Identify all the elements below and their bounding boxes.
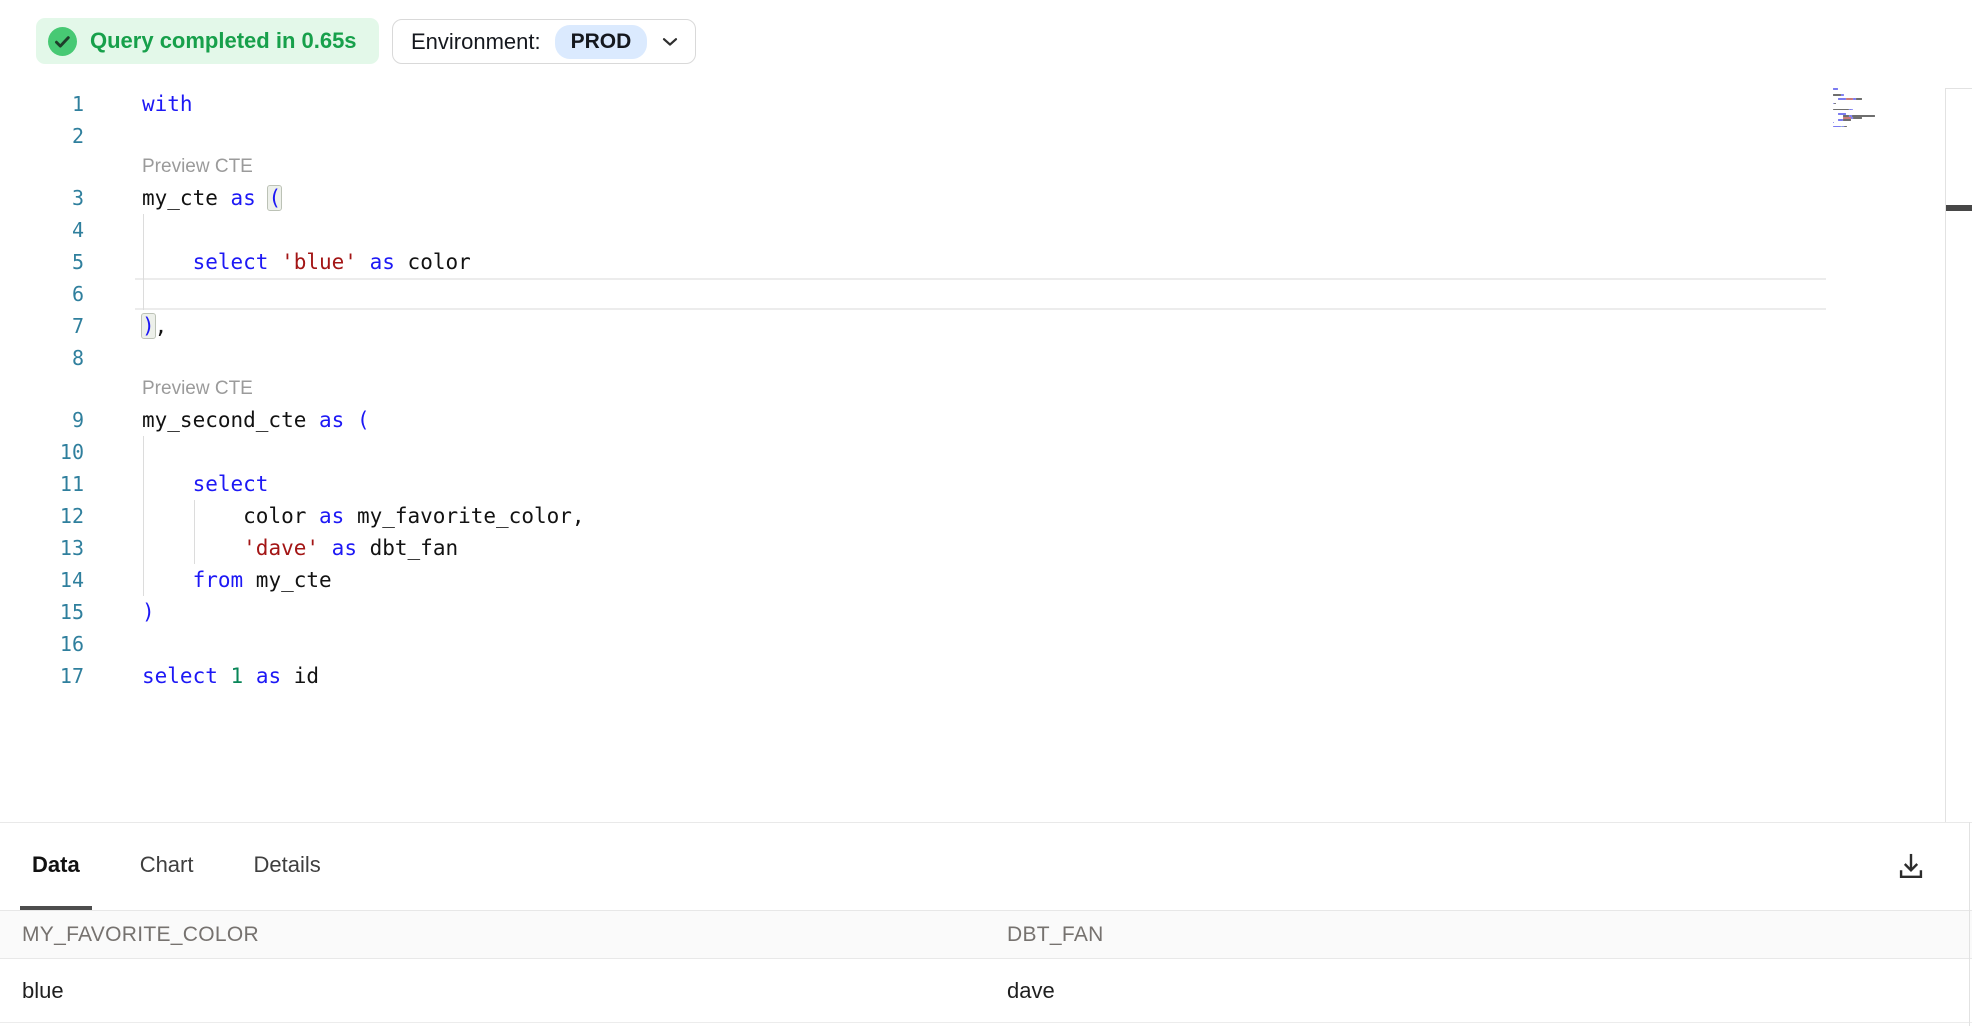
indent-guide [143,278,144,310]
line-number: 1 [0,92,84,116]
preview-cte-label-row: Preview CTE [0,152,1972,182]
code-line-12: 12 color as my_favorite_color, [0,500,1972,532]
code-line-2: 2 [0,120,1972,152]
column-header-dbt_fan: DBT_FAN [985,923,1972,947]
indent-guide [194,532,195,564]
environment-label: Environment: [411,29,541,55]
matched-bracket: ( [268,186,281,210]
code-line-16: 16 [0,628,1972,660]
line-number: 10 [0,440,84,464]
code-line-1: 1with [0,88,1972,120]
table-row: bluedave [0,959,1972,1023]
code-text: my_cte as ( [84,182,281,214]
query-status-text: Query completed in 0.65s [90,28,357,54]
download-results-button[interactable] [1894,849,1928,883]
success-check-icon [48,27,77,56]
preview-cte-label[interactable]: Preview CTE [0,156,253,178]
preview-cte-label[interactable]: Preview CTE [0,378,253,400]
indent-guide [143,436,144,468]
code-line-17: 17select 1 as id [0,660,1972,692]
line-number: 15 [0,600,84,624]
line-number: 13 [0,536,84,560]
top-bar: Query completed in 0.65s Environment: PR… [0,0,1972,80]
code-text: ) [84,596,155,628]
results-panel: Data Chart Details MY_FAVORITE_COLORDBT_FA… [0,822,1972,1026]
preview-cte-label-row: Preview CTE [0,374,1972,404]
line-number: 8 [0,346,84,370]
query-status-badge: Query completed in 0.65s [36,18,379,64]
indent-guide [143,564,144,596]
code-line-4: 4 [0,214,1972,246]
code-line-15: 15) [0,596,1972,628]
code-text: my_second_cte as ( [84,404,370,436]
code-text: 'dave' as dbt_fan [84,532,458,564]
code-text: ), [84,310,167,342]
line-number: 2 [0,124,84,148]
code-text: with [84,88,193,120]
editor-scrollbar-track[interactable] [1945,88,1972,822]
line-number: 5 [0,250,84,274]
code-text: select 'blue' as color [84,246,471,278]
chevron-down-icon [661,36,679,48]
indent-guide [194,500,195,532]
line-number: 17 [0,664,84,688]
tab-chart[interactable]: Chart [128,823,206,910]
line-number: 11 [0,472,84,496]
line-number: 14 [0,568,84,592]
results-table: MY_FAVORITE_COLORDBT_FAN bluedave [0,911,1972,1023]
indent-guide [143,532,144,564]
code-text: select [84,468,268,500]
code-line-8: 8 [0,342,1972,374]
line-number: 3 [0,186,84,210]
code-line-14: 14 from my_cte [0,564,1972,596]
minimap-line [1833,126,1895,128]
editor-minimap[interactable] [1833,88,1895,128]
code-line-3: 3my_cte as ( [0,182,1972,214]
indent-guide [143,500,144,532]
code-line-13: 13 'dave' as dbt_fan [0,532,1972,564]
line-number: 12 [0,504,84,528]
environment-selector[interactable]: Environment: PROD [392,19,696,64]
matched-bracket: ) [142,314,155,338]
line-number: 16 [0,632,84,656]
indent-guide [143,246,144,278]
code-line-5: 5 select 'blue' as color [0,246,1972,278]
table-cell: dave [985,978,1972,1004]
table-cell: blue [0,978,985,1004]
download-icon [1894,849,1928,883]
code-line-6: 6 [0,278,1972,310]
code-line-7: 7), [0,310,1972,342]
results-tab-bar: Data Chart Details [0,823,1972,911]
active-line-highlight [135,278,1826,310]
column-header-my_favorite_color: MY_FAVORITE_COLOR [0,923,985,947]
results-scrollbar-edge [1969,822,1970,1026]
line-number: 6 [0,282,84,306]
environment-value-badge: PROD [555,25,648,59]
code-line-11: 11 select [0,468,1972,500]
tab-data[interactable]: Data [20,823,92,910]
code-text: from my_cte [84,564,332,596]
sql-editor[interactable]: 1with2Preview CTE3my_cte as (45 select '… [0,88,1972,692]
code-line-9: 9my_second_cte as ( [0,404,1972,436]
indent-guide [143,214,144,246]
code-text: color as my_favorite_color, [84,500,585,532]
results-table-header: MY_FAVORITE_COLORDBT_FAN [0,911,1972,959]
line-number: 4 [0,218,84,242]
tab-details[interactable]: Details [241,823,332,910]
line-number: 9 [0,408,84,432]
code-line-10: 10 [0,436,1972,468]
code-text: select 1 as id [84,660,319,692]
editor-scrollbar-thumb[interactable] [1946,205,1972,211]
dbt-query-workspace: Query completed in 0.65s Environment: PR… [0,0,1972,1026]
indent-guide [143,468,144,500]
line-number: 7 [0,314,84,338]
